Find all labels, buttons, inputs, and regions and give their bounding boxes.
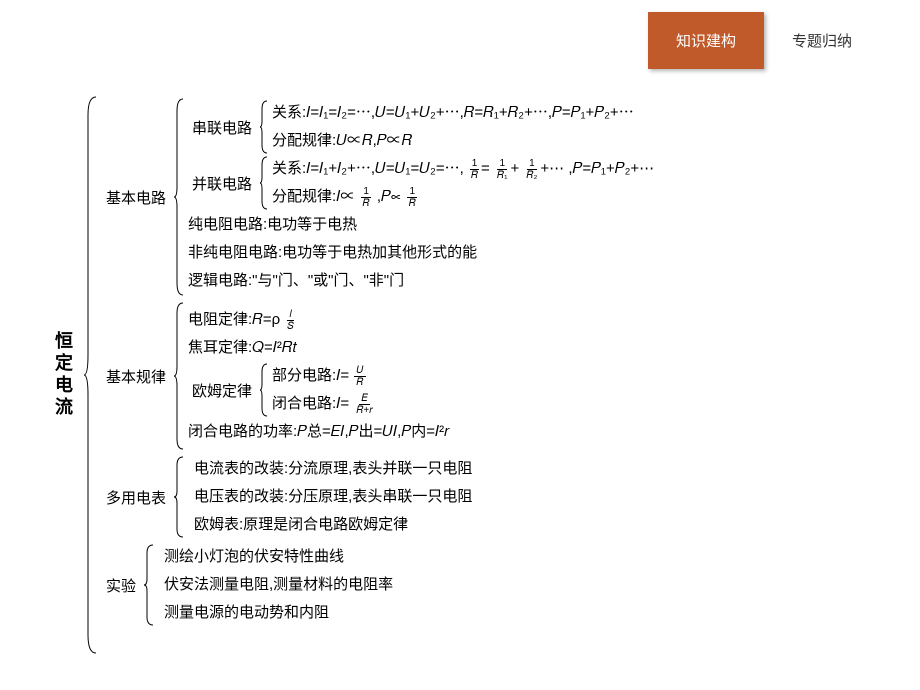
- voltmeter-mod: 电压表的改装:分压原理,表头串联一只电阻: [188, 483, 472, 511]
- parallel-relation: 关系:𝐼=𝐼₁+𝐼₂+⋯,𝑈=𝑈₁=𝑈₂=⋯, 1𝑅= 1𝑅₁+ 1𝑅₂+⋯ ,…: [272, 155, 654, 183]
- multimeter-label: 多用电表: [102, 455, 170, 539]
- closed-circuit-power: 闭合电路的功率:𝑃总=𝐸𝐼,𝑃出=𝑈𝐼,𝑃内=𝐼²𝑟: [188, 418, 450, 446]
- multimeter-brace: [170, 455, 188, 539]
- section-basic-circuit: 基本电路 串联电路 关系:𝐼=𝐼₁=𝐼₂=⋯,𝑈=𝑈₁+𝑈₂+⋯,𝑅=𝑅₁+𝑅₂…: [102, 97, 654, 297]
- resistance-law: 电阻定律:𝑅=ρ 𝑙𝑆: [188, 306, 450, 334]
- ohm-law: 欧姆定律 部分电路:𝐼= 𝑈𝑅 闭合电路:𝐼= 𝐸𝑅+𝑟: [188, 362, 450, 418]
- joule-law: 焦耳定律:𝑄=𝐼²𝑅𝑡: [188, 334, 450, 362]
- root-brace: [80, 95, 102, 655]
- tab-bar: 知识建构 专题归纳: [648, 12, 880, 69]
- pure-resistor: 纯电阻电路:电功等于电热: [188, 211, 654, 239]
- series-label: 串联电路: [188, 99, 256, 155]
- experiment-label: 实验: [102, 543, 140, 627]
- parallel-distribution: 分配规律:𝐼∝ 1𝑅 ,𝑃∝ 1𝑅: [272, 183, 654, 211]
- section-experiment: 实验 测绘小灯泡的伏安特性曲线 伏安法测量电阻,测量材料的电阻率 测量电源的电动…: [102, 543, 654, 627]
- section-basic-law: 基本规律 电阻定律:𝑅=ρ 𝑙𝑆 焦耳定律:𝑄=𝐼²𝑅𝑡 欧姆定律: [102, 301, 654, 451]
- series-brace: [256, 99, 272, 155]
- logic-gates: 逻辑电路:"与"门、"或"门、"非"门: [188, 267, 654, 295]
- ohmmeter: 欧姆表:原理是闭合电路欧姆定律: [188, 511, 472, 539]
- ammeter-mod: 电流表的改装:分流原理,表头并联一只电阻: [188, 455, 472, 483]
- basic-law-label: 基本规律: [102, 301, 170, 451]
- tab-topics[interactable]: 专题归纳: [764, 12, 880, 69]
- nonpure-resistor: 非纯电阻电路:电功等于电热加其他形式的能: [188, 239, 654, 267]
- tree-diagram: 恒定电流 基本电路 串联电路 关系:𝐼=𝐼₁=𝐼₂=: [50, 95, 654, 655]
- root-label: 恒定电流: [50, 95, 80, 655]
- basic-law-brace: [170, 301, 188, 451]
- parallel-circuit: 并联电路 关系:𝐼=𝐼₁+𝐼₂+⋯,𝑈=𝑈₁=𝑈₂=⋯, 1𝑅= 1𝑅₁+ 1𝑅…: [188, 155, 654, 211]
- exp-bulb-iv: 测绘小灯泡的伏安特性曲线: [158, 543, 393, 571]
- exp-va-resistance: 伏安法测量电阻,测量材料的电阻率: [158, 571, 393, 599]
- parallel-brace: [256, 155, 272, 211]
- series-distribution: 分配规律:𝑈∝𝑅,𝑃∝𝑅: [272, 127, 634, 155]
- ohm-label: 欧姆定律: [188, 362, 256, 418]
- section-multimeter: 多用电表 电流表的改装:分流原理,表头并联一只电阻 电压表的改装:分压原理,表头…: [102, 455, 654, 539]
- experiment-brace: [140, 543, 158, 627]
- ohm-partial: 部分电路:𝐼= 𝑈𝑅: [272, 362, 376, 390]
- exp-emf: 测量电源的电动势和内阻: [158, 599, 393, 627]
- basic-circuit-brace: [170, 97, 188, 297]
- basic-circuit-label: 基本电路: [102, 97, 170, 297]
- series-relation: 关系:𝐼=𝐼₁=𝐼₂=⋯,𝑈=𝑈₁+𝑈₂+⋯,𝑅=𝑅₁+𝑅₂+⋯,𝑃=𝑃₁+𝑃₂…: [272, 99, 634, 127]
- ohm-brace: [256, 362, 272, 418]
- parallel-label: 并联电路: [188, 155, 256, 211]
- ohm-closed: 闭合电路:𝐼= 𝐸𝑅+𝑟: [272, 390, 376, 418]
- series-circuit: 串联电路 关系:𝐼=𝐼₁=𝐼₂=⋯,𝑈=𝑈₁+𝑈₂+⋯,𝑅=𝑅₁+𝑅₂+⋯,𝑃=…: [188, 99, 654, 155]
- tab-knowledge[interactable]: 知识建构: [648, 12, 764, 69]
